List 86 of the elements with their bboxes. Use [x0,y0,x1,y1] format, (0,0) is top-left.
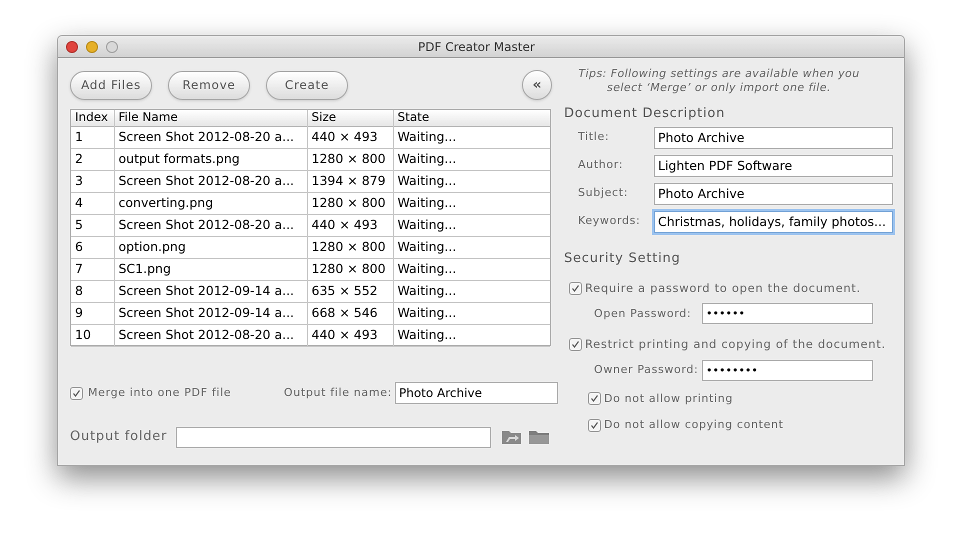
checkmark-icon [571,284,580,294]
table-cell: 1394 × 879 [307,170,393,192]
table-cell: Waiting... [393,280,550,302]
column-header[interactable]: State [393,110,550,126]
checkbox-label: Require a password to open the document. [585,280,861,297]
checkbox-label: Restrict printing and copying of the document. [585,336,886,354]
toolbar-button[interactable]: Create [266,70,348,100]
field-label: Author: [578,157,624,174]
password-label: Open Password: [594,306,692,322]
table-cell: 1 [71,126,114,148]
field-label: Subject: [578,185,630,202]
text-field[interactable]: Photo Archive [654,182,893,204]
checkmark-icon [72,388,81,398]
folder-arrow-icon[interactable] [501,429,524,445]
table-cell: 440 × 493 [307,324,393,346]
table-cell: Screen Shot 2012-08-20 a... [114,214,307,236]
table-cell: 635 × 552 [307,280,393,302]
field-label: Title: [578,129,610,146]
table-cell: Screen Shot 2012-08-20 a... [114,170,307,192]
column-header[interactable]: Size [307,110,393,126]
table-cell: Waiting... [393,302,550,324]
table-cell: option.png [114,236,307,258]
table-cell: converting.png [114,192,307,214]
checkmark-icon [590,420,599,430]
table-cell: 440 × 493 [307,126,393,148]
merge-label: Merge into one PDF file [88,384,232,401]
table-cell: 668 × 546 [307,302,393,324]
table-cell: 4 [71,192,114,214]
table-cell: 7 [71,258,114,280]
text-field[interactable]: Christmas, holidays, family photos... [654,210,893,232]
table-cell: 1280 × 800 [307,258,393,280]
table-cell: Waiting... [393,148,550,170]
password-label: Owner Password: [594,362,700,378]
checkbox[interactable] [588,418,601,432]
password-field[interactable]: •••••••• [702,360,873,380]
column-header[interactable]: File Name [114,110,307,126]
table-cell: 1280 × 800 [307,236,393,258]
checkmark-icon [590,394,599,404]
toolbar-button[interactable]: Add Files [70,70,152,100]
table-cell: Screen Shot 2012-09-14 a... [114,280,307,302]
checkbox[interactable] [569,282,582,296]
table-cell: Screen Shot 2012-08-20 a... [114,126,307,148]
table-cell: Waiting... [393,236,550,258]
output-file-name-field[interactable]: Photo Archive [395,382,558,404]
password-field[interactable]: •••••• [702,303,873,324]
tips-text: Tips: Following settings are available when you select ‘Merge’ or only import one file. [577,67,861,95]
checkbox[interactable] [569,338,582,352]
table-cell: Waiting... [393,258,550,280]
folder-icon[interactable] [528,429,550,445]
table-cell: Waiting... [393,126,550,148]
section-heading: Security Setting [564,250,682,268]
table-cell: Screen Shot 2012-08-20 a... [114,324,307,346]
column-header[interactable]: Index [71,110,114,126]
table-cell: Waiting... [393,192,550,214]
close-button[interactable] [66,40,78,52]
checkbox-label: Do not allow copying content [604,417,784,433]
table-cell: 9 [71,302,114,324]
table-cell: SC1.png [114,258,307,280]
output-folder-label: Output folder [70,428,168,446]
output-folder-field[interactable] [176,426,492,448]
table-cell: Screen Shot 2012-09-14 a... [114,302,307,324]
table-cell: 1280 × 800 [307,192,393,214]
table-cell: 5 [71,214,114,236]
table-cell: 440 × 493 [307,214,393,236]
collapse-button[interactable]: « [522,70,552,100]
table-cell: Waiting... [393,324,550,346]
table-cell: 1280 × 800 [307,148,393,170]
table-cell: Waiting... [393,170,550,192]
table-cell: output formats.png [114,148,307,170]
text-field[interactable]: Photo Archive [654,126,893,148]
table-cell: 3 [71,170,114,192]
table-cell: 2 [71,148,114,170]
table-cell: 10 [71,324,114,346]
table-cell: 8 [71,280,114,302]
merge-checkbox[interactable] [70,386,83,400]
toolbar-button[interactable]: Remove [168,70,250,100]
table-cell: 6 [71,236,114,258]
window-title: PDF Creator Master [418,38,535,56]
section-heading: Document Description [564,105,726,123]
text-field[interactable]: Lighten PDF Software [654,154,893,176]
field-label: Keywords: [578,213,642,230]
checkbox[interactable] [588,392,601,406]
checkmark-icon [571,340,580,350]
output-file-name-label: Output file name: [284,384,392,401]
checkbox-label: Do not allow printing [604,390,733,406]
table-cell: Waiting... [393,214,550,236]
